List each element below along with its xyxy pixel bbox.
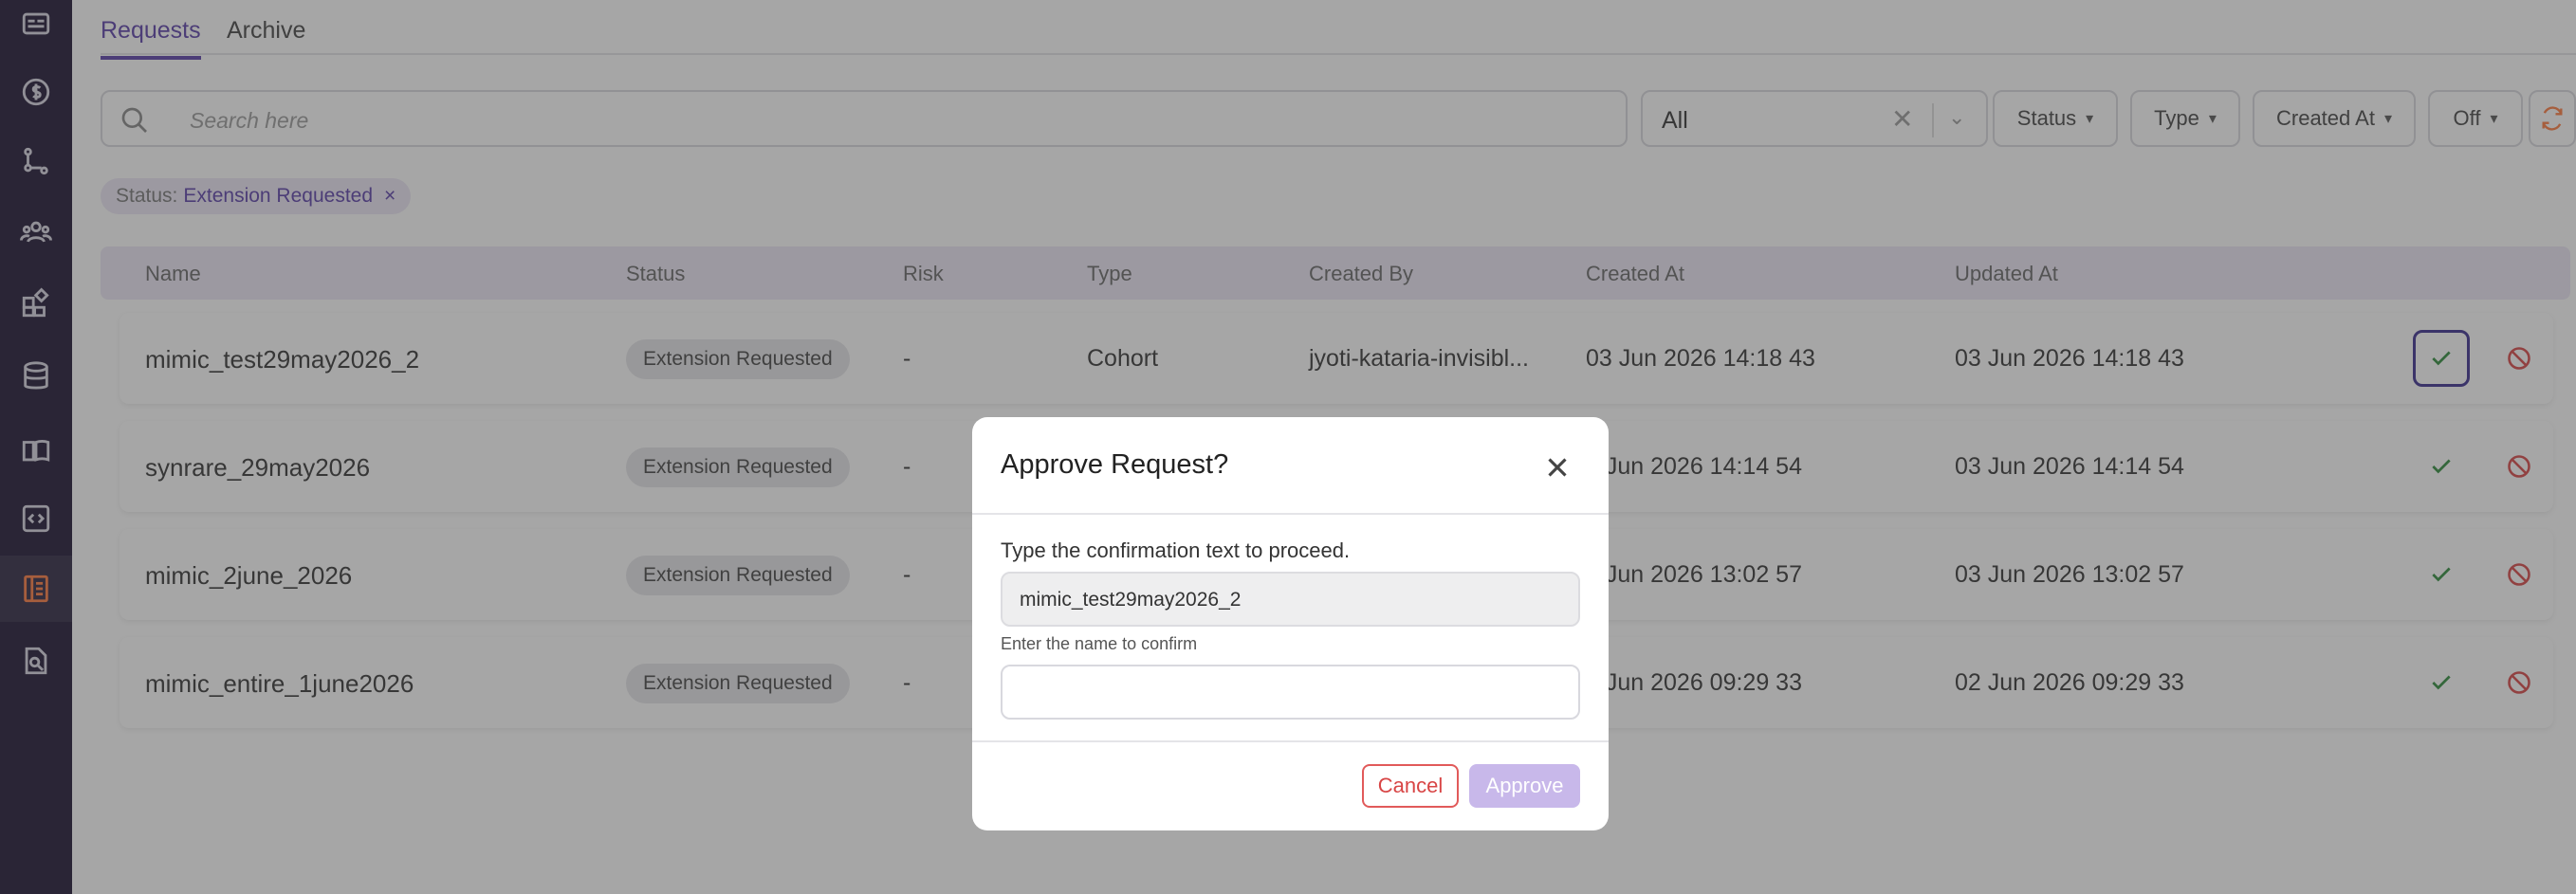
- cancel-button[interactable]: Cancel: [1362, 764, 1459, 808]
- confirmation-text-field: mimic_test29may2026_2: [1001, 572, 1580, 627]
- approve-confirm-button[interactable]: Approve: [1469, 764, 1580, 808]
- dialog-divider: [972, 513, 1609, 515]
- confirmation-text: mimic_test29may2026_2: [1020, 589, 1242, 611]
- dialog-title: Approve Request?: [1001, 449, 1229, 480]
- close-icon[interactable]: [1541, 451, 1573, 483]
- confirm-name-input[interactable]: [1001, 665, 1580, 720]
- dialog-divider: [972, 740, 1609, 742]
- confirmation-instruction: Type the confirmation text to proceed.: [1001, 538, 1351, 562]
- approve-request-dialog: Approve Request? Type the confirmation t…: [972, 417, 1609, 830]
- name-input-hint: Enter the name to confirm: [1001, 634, 1198, 653]
